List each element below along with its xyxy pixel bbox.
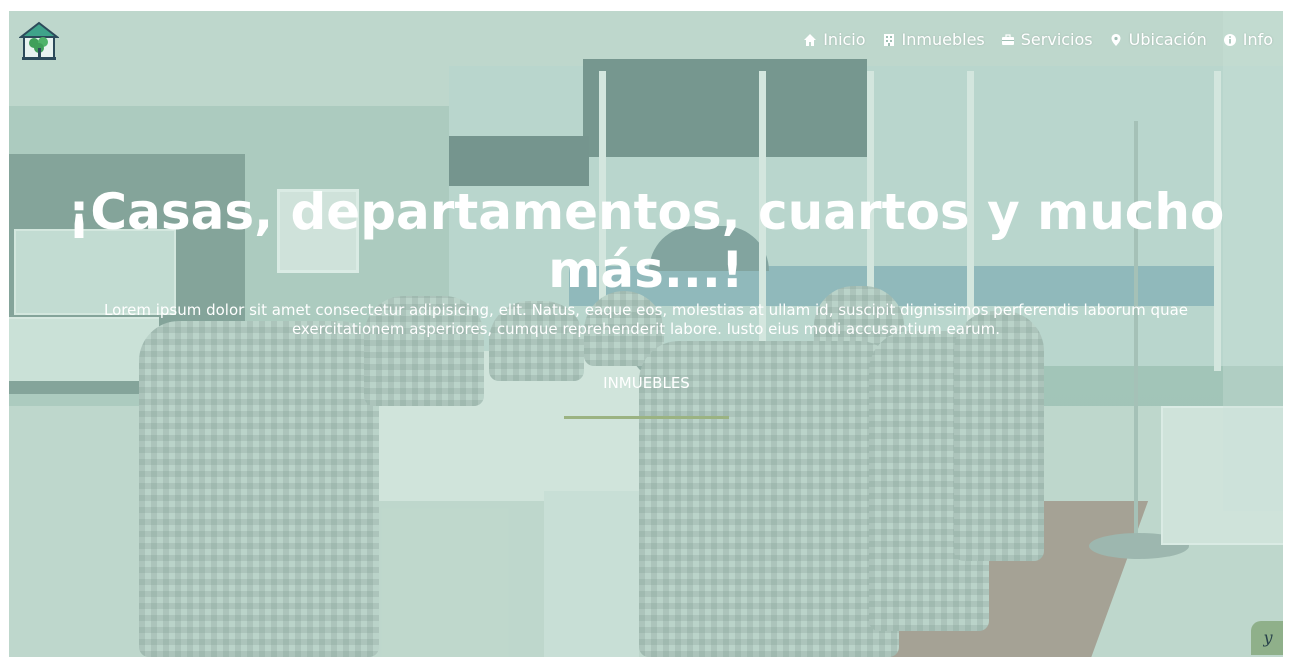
nav-item-label: Servicios: [1020, 30, 1093, 49]
inmuebles-button[interactable]: INMUEBLES: [564, 371, 729, 419]
nav-item-ubicacion[interactable]: Ubicación: [1109, 30, 1207, 49]
hero-title: ¡Casas, departamentos, cuartos y mucho m…: [67, 183, 1225, 299]
nav-item-label: Inmuebles: [901, 30, 985, 49]
nav-item-label: Info: [1242, 30, 1273, 49]
nav-item-info[interactable]: Info: [1223, 30, 1273, 49]
nav-item-label: Ubicación: [1128, 30, 1207, 49]
site-logo[interactable]: [18, 21, 60, 61]
info-icon: [1223, 33, 1236, 46]
building-icon: [883, 33, 894, 46]
briefcase-icon: [1001, 33, 1014, 45]
nav-item-inmuebles[interactable]: Inmuebles: [882, 30, 985, 49]
nav-item-inicio[interactable]: Inicio: [803, 30, 866, 49]
hero-section: Inicio Inmuebles Servicios Ubicación Inf…: [9, 11, 1283, 657]
main-nav: Inicio Inmuebles Servicios Ubicación Inf…: [803, 30, 1273, 49]
hero-description: Lorem ipsum dolor sit amet consectetur a…: [104, 301, 1188, 338]
nav-item-label: Inicio: [823, 30, 866, 49]
nav-item-servicios[interactable]: Servicios: [1001, 30, 1093, 49]
chat-widget-button[interactable]: y: [1251, 621, 1283, 655]
house-tree-icon: [18, 21, 60, 60]
home-icon: [804, 33, 817, 46]
map-pin-icon: [1111, 33, 1121, 46]
